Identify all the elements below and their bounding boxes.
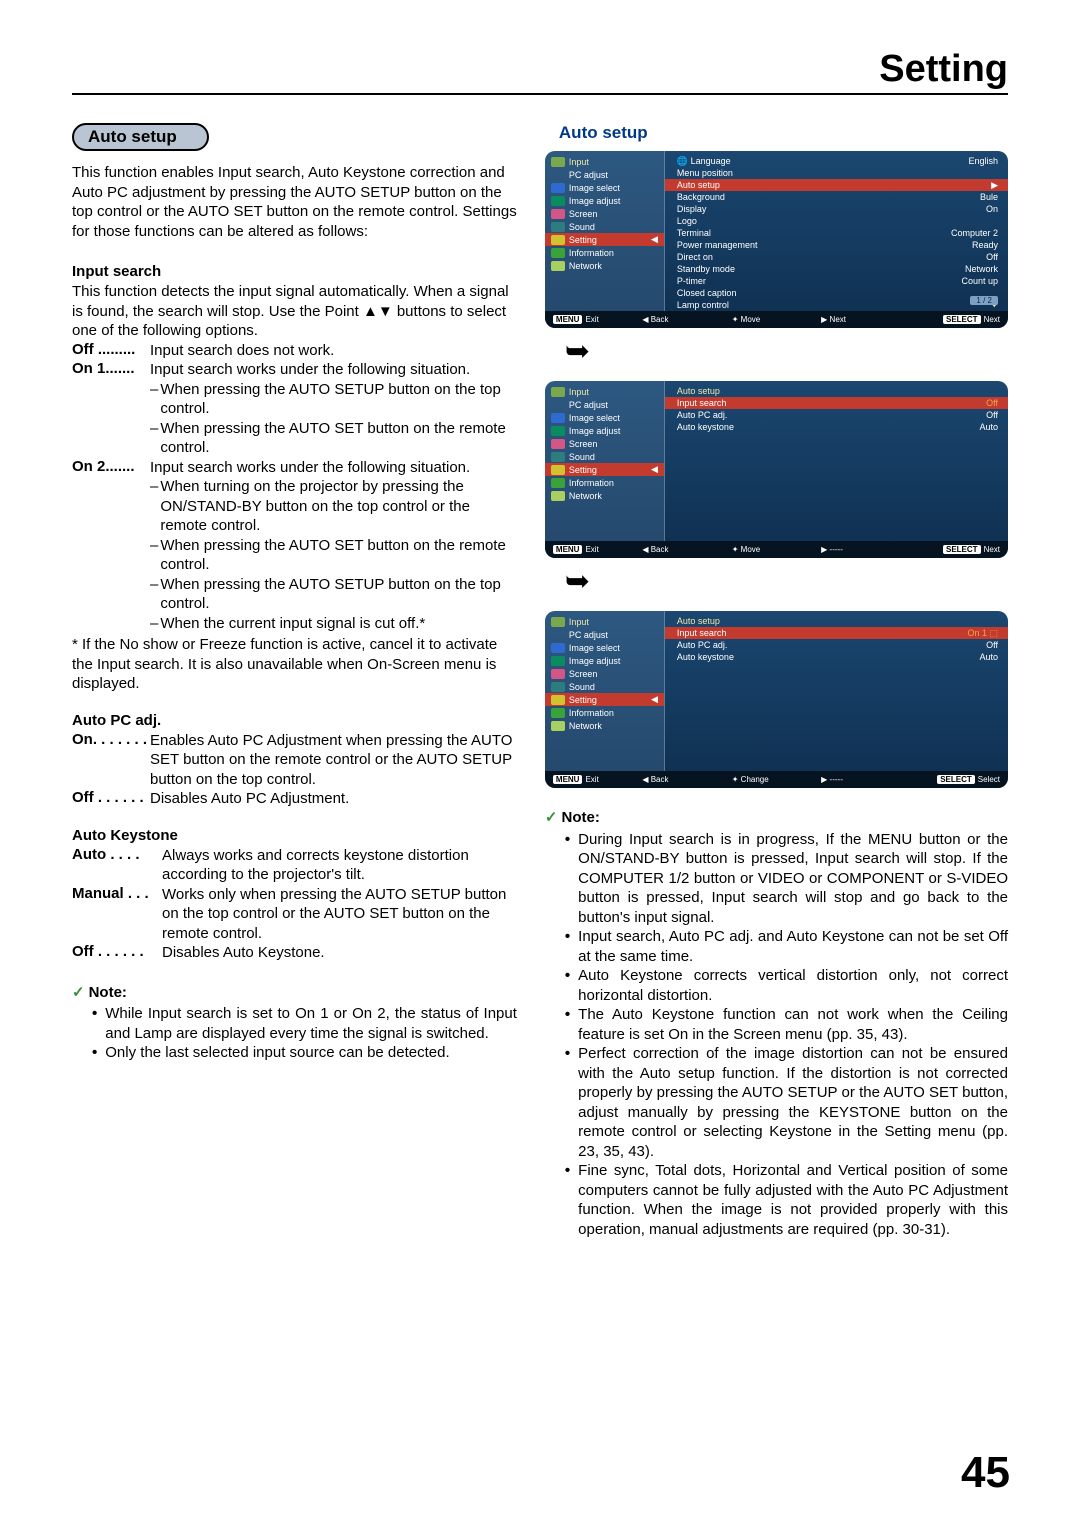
auto-setup-pill: Auto setup <box>72 123 209 151</box>
osd-page-indicator: 1 / 2 <box>970 296 998 305</box>
autopc-off: Off . . . . . . Disables Auto PC Adjustm… <box>72 789 517 809</box>
dash-item: When pressing the AUTO SET button on the… <box>150 536 517 575</box>
left-column: Auto setup This function enables Input s… <box>72 123 517 1239</box>
intro-text: This function enables Input search, Auto… <box>72 163 517 241</box>
dash-item: When turning on the projector by pressin… <box>150 477 517 536</box>
osd-auto-setup-on1: Input PC adjust Image select Image adjus… <box>545 611 1008 788</box>
autopc-on: On. . . . . . . Enables Auto PC Adjustme… <box>72 731 517 790</box>
list-item: Auto Keystone corrects vertical distorti… <box>565 966 1008 1005</box>
dash-item: When pressing the AUTO SETUP button on t… <box>150 380 517 419</box>
autokey-off: Off . . . . . . Disables Auto Keystone. <box>72 943 517 963</box>
list-item: Fine sync, Total dots, Horizontal and Ve… <box>565 1161 1008 1239</box>
autokey-manual: Manual . . . Works only when pressing th… <box>72 885 517 944</box>
flow-arrow-icon: ➥ <box>565 334 1008 369</box>
page-number: 45 <box>961 1448 1010 1498</box>
dash-item: When pressing the AUTO SETUP button on t… <box>150 575 517 614</box>
flow-arrow-icon: ➥ <box>565 564 1008 599</box>
page-title: Setting <box>72 48 1008 95</box>
input-search-desc: This function detects the input signal a… <box>72 282 517 341</box>
heading-input-search: Input search <box>72 263 517 280</box>
list-item: The Auto Keystone function can not work … <box>565 1005 1008 1044</box>
osd-side-menu: Input PC adjust Image select Image adjus… <box>545 151 665 311</box>
osd-main-panel: 🌐 LanguageEnglish Menu position Auto set… <box>665 151 1008 311</box>
osd-footer: MENUExit ◀ Back ✦ Move ▶ Next SELECTNext <box>545 311 1008 328</box>
heading-auto-pc: Auto PC adj. <box>72 712 517 729</box>
dash-item: When pressing the AUTO SET button on the… <box>150 419 517 458</box>
list-item: During Input search is in progress, If t… <box>565 830 1008 928</box>
autokey-auto: Auto . . . . Always works and corrects k… <box>72 846 517 885</box>
right-title: Auto setup <box>559 123 1008 143</box>
list-item: Input search, Auto PC adj. and Auto Keys… <box>565 927 1008 966</box>
opt-on1: On 1....... Input search works under the… <box>72 360 517 380</box>
opt-on2: On 2....... Input search works under the… <box>72 458 517 478</box>
opt-off: Off ......... Input search does not work… <box>72 341 517 361</box>
list-item: While Input search is set to On 1 or On … <box>92 1004 517 1043</box>
heading-auto-keystone: Auto Keystone <box>72 827 517 844</box>
list-item: Perfect correction of the image distorti… <box>565 1044 1008 1161</box>
left-note-heading: Note: <box>72 983 517 1003</box>
right-note-heading: Note: <box>545 808 1008 828</box>
dash-item: When the current input signal is cut off… <box>150 614 517 634</box>
star-note: * If the No show or Freeze function is a… <box>72 635 517 694</box>
osd-setting-menu: Input PC adjust Image select Image adjus… <box>545 151 1008 328</box>
right-column: Auto setup Input PC adjust Image select … <box>545 123 1008 1239</box>
list-item: Only the last selected input source can … <box>92 1043 517 1063</box>
osd-auto-setup-off: Input PC adjust Image select Image adjus… <box>545 381 1008 558</box>
